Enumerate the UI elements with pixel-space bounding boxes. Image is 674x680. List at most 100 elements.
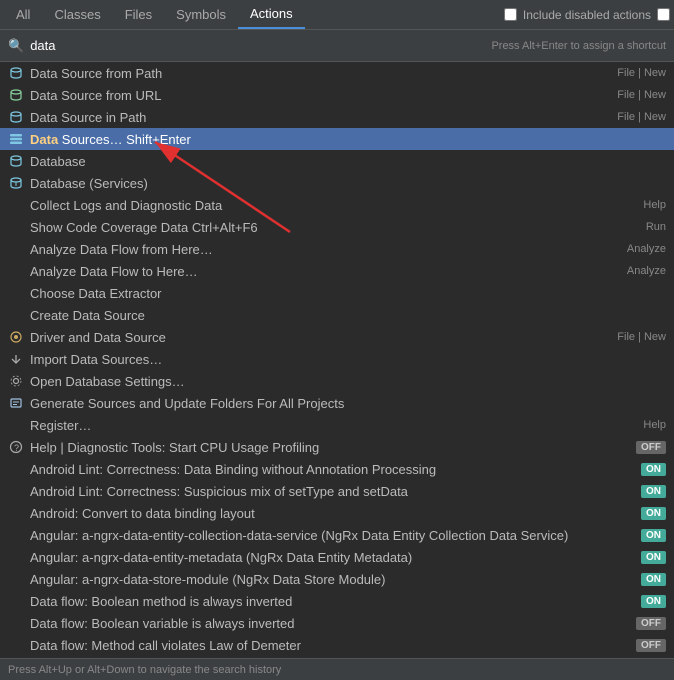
item-meta: Help [643,419,666,431]
result-item[interactable]: Data Sources… Shift+Enter [0,128,674,150]
status-bar: Press Alt+Up or Alt+Down to navigate the… [0,658,674,680]
toggle-badge: ON [641,595,666,608]
item-label: Generate Sources and Update Folders For … [30,396,666,411]
result-item[interactable]: Android Lint: Correctness: Suspicious mi… [0,480,674,502]
toggle-badge: OFF [636,617,666,630]
item-icon [8,65,24,81]
tab-files[interactable]: Files [113,0,164,29]
toggle-badge: ON [641,529,666,542]
result-item[interactable]: Register…Help [0,414,674,436]
item-label: Driver and Data Source [30,330,609,345]
svg-text:?: ? [14,443,19,453]
item-label: Collect Logs and Diagnostic Data [30,198,635,213]
item-meta: File | New [617,331,666,343]
tab-bar: All Classes Files Symbols Actions Includ… [0,0,674,30]
item-icon [8,527,24,543]
item-label: Angular: a-ngrx-data-entity-metadata (Ng… [30,550,635,565]
item-label: Android: Convert to data binding layout [30,506,635,521]
result-item[interactable]: Database [0,150,674,172]
toggle-badge: ON [641,507,666,520]
item-label: Database (Services) [30,176,666,191]
item-icon [8,329,24,345]
item-label: Help | Diagnostic Tools: Start CPU Usage… [30,440,630,455]
result-item[interactable]: Data Source from PathFile | New [0,62,674,84]
result-item[interactable]: Database (Services) [0,172,674,194]
item-icon [8,197,24,213]
tab-all[interactable]: All [4,0,42,29]
item-icon [8,153,24,169]
result-item[interactable]: Analyze Data Flow to Here… Analyze [0,260,674,282]
item-label: Create Data Source [30,308,666,323]
item-label: Database [30,154,666,169]
item-label: Choose Data Extractor [30,286,666,301]
item-icon [8,483,24,499]
item-icon: ? [8,439,24,455]
result-item[interactable]: Android Lint: Correctness: Data Binding … [0,458,674,480]
result-item[interactable]: Angular: a-ngrx-data-entity-metadata (Ng… [0,546,674,568]
result-item[interactable]: Analyze Data Flow from Here…Analyze [0,238,674,260]
results-list[interactable]: Data Source from PathFile | NewData Sour… [0,62,674,658]
tab-classes[interactable]: Classes [42,0,112,29]
result-item[interactable]: Data flow: Boolean method is always inve… [0,590,674,612]
item-label: Import Data Sources… [30,352,666,367]
item-icon [8,615,24,631]
item-icon [8,109,24,125]
result-item[interactable]: Choose Data Extractor [0,282,674,304]
item-icon [8,351,24,367]
item-meta: Run [646,221,666,233]
item-icon [8,263,24,279]
item-label: Android Lint: Correctness: Suspicious mi… [30,484,635,499]
item-label: Data Source in Path [30,110,609,125]
item-icon [8,307,24,323]
item-label: Data flow: Method call violates Law of D… [30,638,630,653]
search-hint: Press Alt+Enter to assign a shortcut [491,40,666,52]
item-icon [8,549,24,565]
result-item[interactable]: Data flow: Method call violates Law of D… [0,634,674,656]
result-item[interactable]: Data flow: Boolean variable is always in… [0,612,674,634]
result-item[interactable]: Android: Convert to data binding layout O… [0,502,674,524]
item-icon [8,285,24,301]
item-label: Android Lint: Correctness: Data Binding … [30,462,635,477]
result-item[interactable]: Open Database Settings… [0,370,674,392]
search-bar: 🔍 Press Alt+Enter to assign a shortcut [0,30,674,62]
item-meta: File | New [617,89,666,101]
item-label: Data flow: Boolean variable is always in… [30,616,630,631]
result-item[interactable]: Angular: a-ngrx-data-entity-collection-d… [0,524,674,546]
include-disabled-checkbox[interactable] [504,8,517,21]
tab-actions[interactable]: Actions [238,0,305,29]
item-label: Data Source from URL [30,88,609,103]
search-input[interactable] [30,38,485,53]
include-disabled-label: Include disabled actions [523,8,651,22]
item-label: Analyze Data Flow to Here… [30,264,619,279]
result-item[interactable]: Driver and Data Source File | New [0,326,674,348]
include-disabled-checkbox2[interactable] [657,8,670,21]
item-label: Show Code Coverage Data Ctrl+Alt+F6 [30,220,638,235]
item-icon [8,373,24,389]
item-label: Analyze Data Flow from Here… [30,242,619,257]
item-icon [8,637,24,653]
result-item[interactable]: ? Help | Diagnostic Tools: Start CPU Usag… [0,436,674,458]
item-meta: File | New [617,111,666,123]
toggle-badge: OFF [636,441,666,454]
result-item[interactable]: Show Code Coverage Data Ctrl+Alt+F6 Run [0,216,674,238]
tab-symbols[interactable]: Symbols [164,0,238,29]
tabs: All Classes Files Symbols Actions [4,0,305,29]
result-item[interactable]: Data Source in Path File | New [0,106,674,128]
result-item[interactable]: Generate Sources and Update Folders For … [0,392,674,414]
item-meta: Analyze [627,265,666,277]
item-label: Open Database Settings… [30,374,666,389]
result-item[interactable]: Create Data Source [0,304,674,326]
result-item[interactable]: Import Data Sources… [0,348,674,370]
item-icon [8,505,24,521]
toggle-badge: ON [641,463,666,476]
result-item[interactable]: Angular: a-ngrx-data-store-module (NgRx … [0,568,674,590]
item-label: Data flow: Boolean method is always inve… [30,594,635,609]
item-icon [8,395,24,411]
search-icon: 🔍 [8,38,24,54]
result-item[interactable]: Data Source from URL File | New [0,84,674,106]
item-icon [8,593,24,609]
item-icon [8,175,24,191]
result-item[interactable]: Collect Logs and Diagnostic Data Help [0,194,674,216]
item-icon [8,461,24,477]
item-meta: Help [643,199,666,211]
